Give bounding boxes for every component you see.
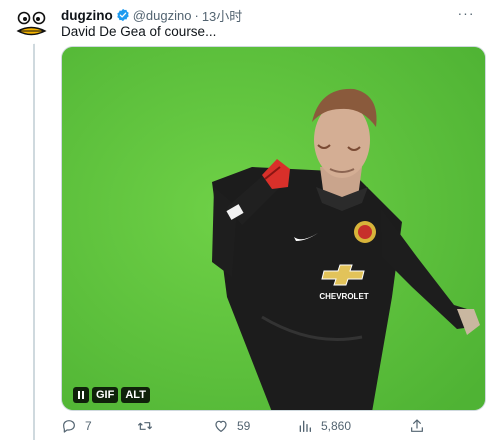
user-handle[interactable]: @dugzino — [133, 8, 192, 23]
tweet-card[interactable]: dugzino @dugzino · 13小时 ··· David De Gea… — [0, 0, 500, 440]
analytics-icon — [299, 420, 311, 432]
thread-line — [33, 40, 35, 440]
tweet-text: David De Gea of course... — [61, 24, 217, 39]
views-button[interactable]: 5,860 — [297, 418, 351, 434]
timestamp[interactable]: 13小时 — [202, 6, 242, 25]
views-count: 5,860 — [321, 419, 352, 433]
verified-badge-icon — [116, 8, 130, 22]
retweet-icon — [137, 422, 153, 430]
avatar[interactable] — [12, 4, 52, 44]
alt-button[interactable]: ALT — [121, 387, 150, 403]
reply-count: 7 — [85, 419, 92, 433]
share-icon — [411, 419, 423, 432]
media-controls: GIF ALT — [73, 387, 150, 403]
tweet-actions: 7 59 5,860 — [61, 418, 481, 438]
gif-badge: GIF — [92, 387, 119, 403]
display-name[interactable]: dugzino — [61, 8, 113, 23]
like-count: 59 — [237, 419, 251, 433]
share-button[interactable] — [409, 418, 433, 434]
more-options-button[interactable]: ··· — [454, 4, 478, 22]
jersey-sponsor-text: CHEVROLET — [319, 292, 368, 301]
reply-icon — [63, 420, 75, 433]
heart-icon — [215, 420, 227, 432]
like-button[interactable]: 59 — [213, 418, 250, 434]
pause-icon[interactable] — [73, 387, 89, 403]
reply-button[interactable]: 7 — [61, 418, 92, 434]
retweet-button[interactable] — [137, 418, 161, 434]
tweet-header: dugzino @dugzino · 13小时 — [61, 6, 242, 24]
goalkeeper-image: CHEVROLET — [62, 47, 485, 410]
separator-dot: · — [194, 7, 199, 23]
gif-media[interactable]: CHEVROLET GIF ALT — [61, 46, 486, 411]
